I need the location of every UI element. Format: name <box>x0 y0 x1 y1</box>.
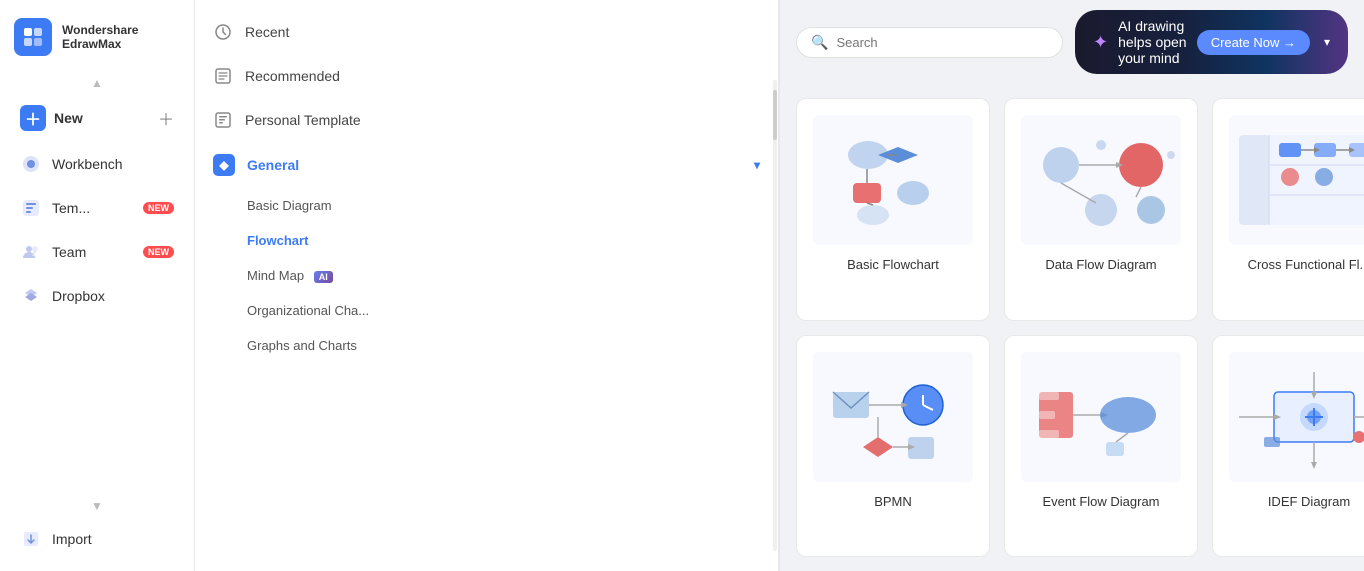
topbar: 🔍 ✦ AI drawing helps open your mind Crea… <box>780 0 1364 84</box>
search-input[interactable] <box>836 35 1048 50</box>
import-icon <box>20 528 42 550</box>
card-label-idef: IDEF Diagram <box>1268 494 1350 509</box>
card-img-basic-flowchart <box>813 115 973 245</box>
team-badge: NEW <box>143 246 174 258</box>
personal-template-icon <box>213 110 233 130</box>
card-data-flow-diagram[interactable]: Data Flow Diagram <box>1004 98 1198 321</box>
ai-banner-text: AI drawing helps open your mind <box>1118 18 1187 66</box>
search-icon: 🔍 <box>811 34 828 51</box>
card-basic-flowchart[interactable]: Basic Flowchart <box>796 98 990 321</box>
card-img-bpmn <box>813 352 973 482</box>
middle-general[interactable]: ◆ General ▾ <box>195 142 778 188</box>
middle-basic-diagram[interactable]: Basic Diagram <box>195 188 778 223</box>
templates-icon <box>20 197 42 219</box>
general-chevron: ▾ <box>754 158 760 172</box>
ai-banner[interactable]: ✦ AI drawing helps open your mind Create… <box>1075 10 1348 74</box>
new-button-icon: ＋ <box>20 105 46 131</box>
middle-panel: Recent Recommended Personal Template <box>195 0 780 571</box>
cards-grid: Basic Flowchart <box>780 84 1364 571</box>
logo-area: Wondershare EdrawMax <box>0 10 194 72</box>
middle-flowchart[interactable]: Flowchart <box>195 223 778 258</box>
scroll-up-arrow[interactable]: ▲ <box>0 72 194 94</box>
card-bpmn[interactable]: BPMN <box>796 335 990 558</box>
app-name: Wondershare EdrawMax <box>62 23 138 51</box>
ai-cta-button[interactable]: Create Now → <box>1197 30 1310 55</box>
scrollbar-thumb[interactable] <box>773 90 777 140</box>
middle-graphs[interactable]: Graphs and Charts <box>195 328 778 363</box>
middle-recent[interactable]: Recent <box>195 10 778 54</box>
card-img-idef <box>1229 352 1364 482</box>
import-label: Import <box>52 531 92 547</box>
card-img-event-flow <box>1021 352 1181 482</box>
new-button-label: New <box>54 110 83 126</box>
middle-mind-map[interactable]: Mind Map AI <box>195 258 778 293</box>
new-plus-icon: ＋ <box>158 106 174 130</box>
card-cross-functional[interactable]: Cross Functional Fl... <box>1212 98 1364 321</box>
recommended-icon <box>213 66 233 86</box>
templates-label: Tem... <box>52 200 90 216</box>
dropbox-label: Dropbox <box>52 288 105 304</box>
sidebar-item-templates[interactable]: Tem... NEW <box>6 187 188 229</box>
scroll-down-arrow[interactable]: ▼ <box>0 495 194 517</box>
card-label-basic-flowchart: Basic Flowchart <box>847 257 939 272</box>
workbench-label: Workbench <box>52 156 123 172</box>
workbench-icon <box>20 153 42 175</box>
middle-personal-template[interactable]: Personal Template <box>195 98 778 142</box>
sidebar-item-dropbox[interactable]: Dropbox <box>6 275 188 317</box>
ai-star-icon: ✦ <box>1093 32 1108 53</box>
sidebar: Wondershare EdrawMax ▲ ＋ New ＋ Workbench… <box>0 0 195 571</box>
dropbox-icon <box>20 285 42 307</box>
card-label-event-flow: Event Flow Diagram <box>1042 494 1159 509</box>
banner-dropdown-icon[interactable]: ▾ <box>1324 35 1330 49</box>
team-label: Team <box>52 244 86 260</box>
sidebar-item-team[interactable]: Team NEW <box>6 231 188 273</box>
main-content: 🔍 ✦ AI drawing helps open your mind Crea… <box>780 0 1364 571</box>
middle-org-chart[interactable]: Organizational Cha... <box>195 293 778 328</box>
card-label-bpmn: BPMN <box>874 494 912 509</box>
card-idef[interactable]: IDEF Diagram <box>1212 335 1364 558</box>
new-button[interactable]: ＋ New ＋ <box>6 95 188 141</box>
app-logo-icon <box>14 18 52 56</box>
card-label-data-flow: Data Flow Diagram <box>1045 257 1156 272</box>
card-img-data-flow <box>1021 115 1181 245</box>
recent-icon <box>213 22 233 42</box>
card-label-cross-functional: Cross Functional Fl... <box>1248 257 1364 272</box>
general-icon: ◆ <box>213 154 235 176</box>
scrollbar-track <box>773 80 777 551</box>
middle-recommended[interactable]: Recommended <box>195 54 778 98</box>
card-event-flow[interactable]: Event Flow Diagram <box>1004 335 1198 558</box>
search-box[interactable]: 🔍 <box>796 27 1063 58</box>
templates-badge: NEW <box>143 202 174 214</box>
team-icon <box>20 241 42 263</box>
card-img-cross-functional <box>1229 115 1364 245</box>
sidebar-item-import[interactable]: Import <box>6 518 188 560</box>
sidebar-item-workbench[interactable]: Workbench <box>6 143 188 185</box>
ai-badge: AI <box>314 271 333 283</box>
